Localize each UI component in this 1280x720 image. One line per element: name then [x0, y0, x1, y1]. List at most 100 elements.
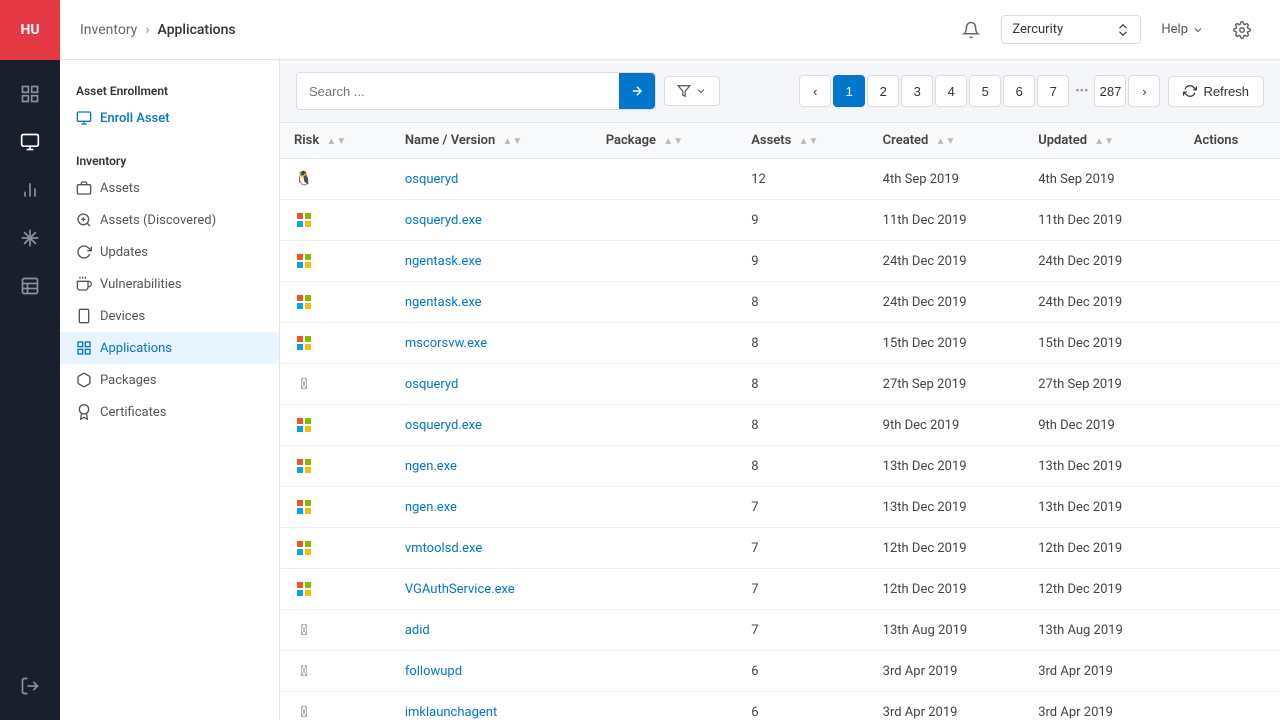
app-name-link[interactable]: osqueryd	[405, 172, 459, 187]
notifications-button[interactable]	[953, 12, 989, 48]
updates-icon	[76, 244, 92, 260]
refresh-label: Refresh	[1203, 84, 1249, 99]
app-name-link[interactable]: ngentask.exe	[405, 295, 482, 310]
rail-asterisk-icon[interactable]	[0, 214, 60, 262]
windows-icon	[294, 333, 314, 353]
page-4-button[interactable]: 4	[935, 75, 967, 107]
rail-signout-icon[interactable]	[0, 662, 60, 710]
refresh-button[interactable]: Refresh	[1168, 76, 1264, 107]
rail-monitor-icon[interactable]	[0, 118, 60, 166]
cell-package	[592, 200, 737, 241]
breadcrumb-root[interactable]: Inventory	[80, 22, 137, 38]
icon-rail: HU	[0, 0, 60, 720]
col-created[interactable]: Created ▲▼	[869, 123, 1025, 159]
applications-icon	[76, 340, 92, 356]
app-name-link[interactable]: ngentask.exe	[405, 254, 482, 269]
cell-risk: 	[280, 651, 391, 692]
page-7-button[interactable]: 7	[1037, 75, 1069, 107]
col-risk[interactable]: Risk ▲▼	[280, 123, 391, 159]
cell-package	[592, 323, 737, 364]
sidebar-item-vulnerabilities[interactable]: Vulnerabilities	[60, 268, 279, 300]
windows-icon	[294, 210, 314, 230]
app-name-link[interactable]: osqueryd.exe	[405, 213, 482, 228]
app-name-link[interactable]: ngen.exe	[405, 500, 457, 515]
cell-updated: 15th Dec 2019	[1024, 323, 1180, 364]
col-name-version[interactable]: Name / Version ▲▼	[391, 123, 592, 159]
rail-chart-icon[interactable]	[0, 166, 60, 214]
cell-updated: 4th Sep 2019	[1024, 159, 1180, 200]
cell-assets: 8	[737, 405, 868, 446]
page-6-button[interactable]: 6	[1003, 75, 1035, 107]
app-name-link[interactable]: ngen.exe	[405, 459, 457, 474]
apple-icon: 	[294, 702, 314, 720]
package-sort-icon: ▲▼	[663, 136, 683, 147]
cell-updated: 3rd Apr 2019	[1024, 692, 1180, 720]
sidebar-devices-label: Devices	[100, 309, 145, 324]
next-page-button[interactable]: ›	[1128, 75, 1160, 107]
devices-icon	[76, 308, 92, 324]
app-name-link[interactable]: vmtoolsd.exe	[405, 541, 482, 556]
col-updated[interactable]: Updated ▲▼	[1024, 123, 1180, 159]
cell-name: osqueryd	[391, 159, 592, 200]
filter-button[interactable]	[664, 76, 720, 106]
cell-actions	[1180, 200, 1280, 241]
org-selector[interactable]: Zercurity	[1001, 15, 1141, 44]
cell-risk	[280, 405, 391, 446]
cell-package	[592, 610, 737, 651]
windows-icon	[294, 497, 314, 517]
sidebar-item-applications[interactable]: Applications	[60, 332, 279, 364]
app-name-link[interactable]: adid	[405, 623, 430, 638]
table-row: ngentask.exe 8 24th Dec 2019 24th Dec 20…	[280, 282, 1280, 323]
sidebar-certificates-label: Certificates	[100, 405, 166, 420]
sidebar-item-assets[interactable]: Assets	[60, 172, 279, 204]
table-row: vmtoolsd.exe 7 12th Dec 2019 12th Dec 20…	[280, 528, 1280, 569]
cell-risk: 	[280, 692, 391, 720]
prev-page-button[interactable]: ‹	[799, 75, 831, 107]
cell-actions	[1180, 282, 1280, 323]
col-assets[interactable]: Assets ▲▼	[737, 123, 868, 159]
app-name-link[interactable]: followupd	[405, 664, 462, 679]
refresh-icon	[1183, 84, 1197, 98]
rail-dashboard-icon[interactable]	[0, 70, 60, 118]
sidebar-item-updates[interactable]: Updates	[60, 236, 279, 268]
cell-actions	[1180, 241, 1280, 282]
search-input[interactable]	[297, 76, 619, 107]
page-ellipsis: •••	[1071, 84, 1092, 99]
page-2-button[interactable]: 2	[867, 75, 899, 107]
sidebar-item-assets-discovered[interactable]: Assets (Discovered)	[60, 204, 279, 236]
enroll-asset-link[interactable]: Enroll Asset	[60, 102, 279, 142]
table-row: osqueryd.exe 9 11th Dec 2019 11th Dec 20…	[280, 200, 1280, 241]
cell-name: VGAuthService.exe	[391, 569, 592, 610]
cell-created: 3rd Apr 2019	[869, 651, 1025, 692]
cell-risk: 	[280, 364, 391, 405]
page-3-button[interactable]: 3	[901, 75, 933, 107]
help-button[interactable]: Help	[1153, 16, 1212, 43]
sidebar-item-devices[interactable]: Devices	[60, 300, 279, 332]
col-package[interactable]: Package ▲▼	[592, 123, 737, 159]
app-name-link[interactable]: osqueryd.exe	[405, 418, 482, 433]
cell-package	[592, 487, 737, 528]
app-name-link[interactable]: VGAuthService.exe	[405, 582, 515, 597]
monitor-icon	[76, 110, 92, 126]
sidebar-item-packages[interactable]: Packages	[60, 364, 279, 396]
table-header-row: Risk ▲▼ Name / Version ▲▼ Package ▲▼ Ass…	[280, 123, 1280, 159]
applications-table-container: Risk ▲▼ Name / Version ▲▼ Package ▲▼ Ass…	[280, 122, 1280, 720]
page-1-button[interactable]: 1	[833, 75, 865, 107]
cell-created: 13th Dec 2019	[869, 446, 1025, 487]
search-go-button[interactable]	[619, 73, 655, 109]
cell-risk	[280, 323, 391, 364]
packages-icon	[76, 372, 92, 388]
page-total-button[interactable]: 287	[1094, 75, 1126, 107]
sidebar-item-certificates[interactable]: Certificates	[60, 396, 279, 428]
sidebar-applications-label: Applications	[100, 341, 172, 356]
settings-button[interactable]	[1224, 12, 1260, 48]
cell-name: osqueryd.exe	[391, 200, 592, 241]
app-name-link[interactable]: imklaunchagent	[405, 705, 497, 720]
cell-updated: 13th Dec 2019	[1024, 446, 1180, 487]
cell-created: 27th Sep 2019	[869, 364, 1025, 405]
table-row:  imklaunchagent 6 3rd Apr 2019 3rd Apr …	[280, 692, 1280, 720]
app-name-link[interactable]: mscorsvw.exe	[405, 336, 487, 351]
app-name-link[interactable]: osqueryd	[405, 377, 459, 392]
rail-table-icon[interactable]	[0, 262, 60, 310]
page-5-button[interactable]: 5	[969, 75, 1001, 107]
